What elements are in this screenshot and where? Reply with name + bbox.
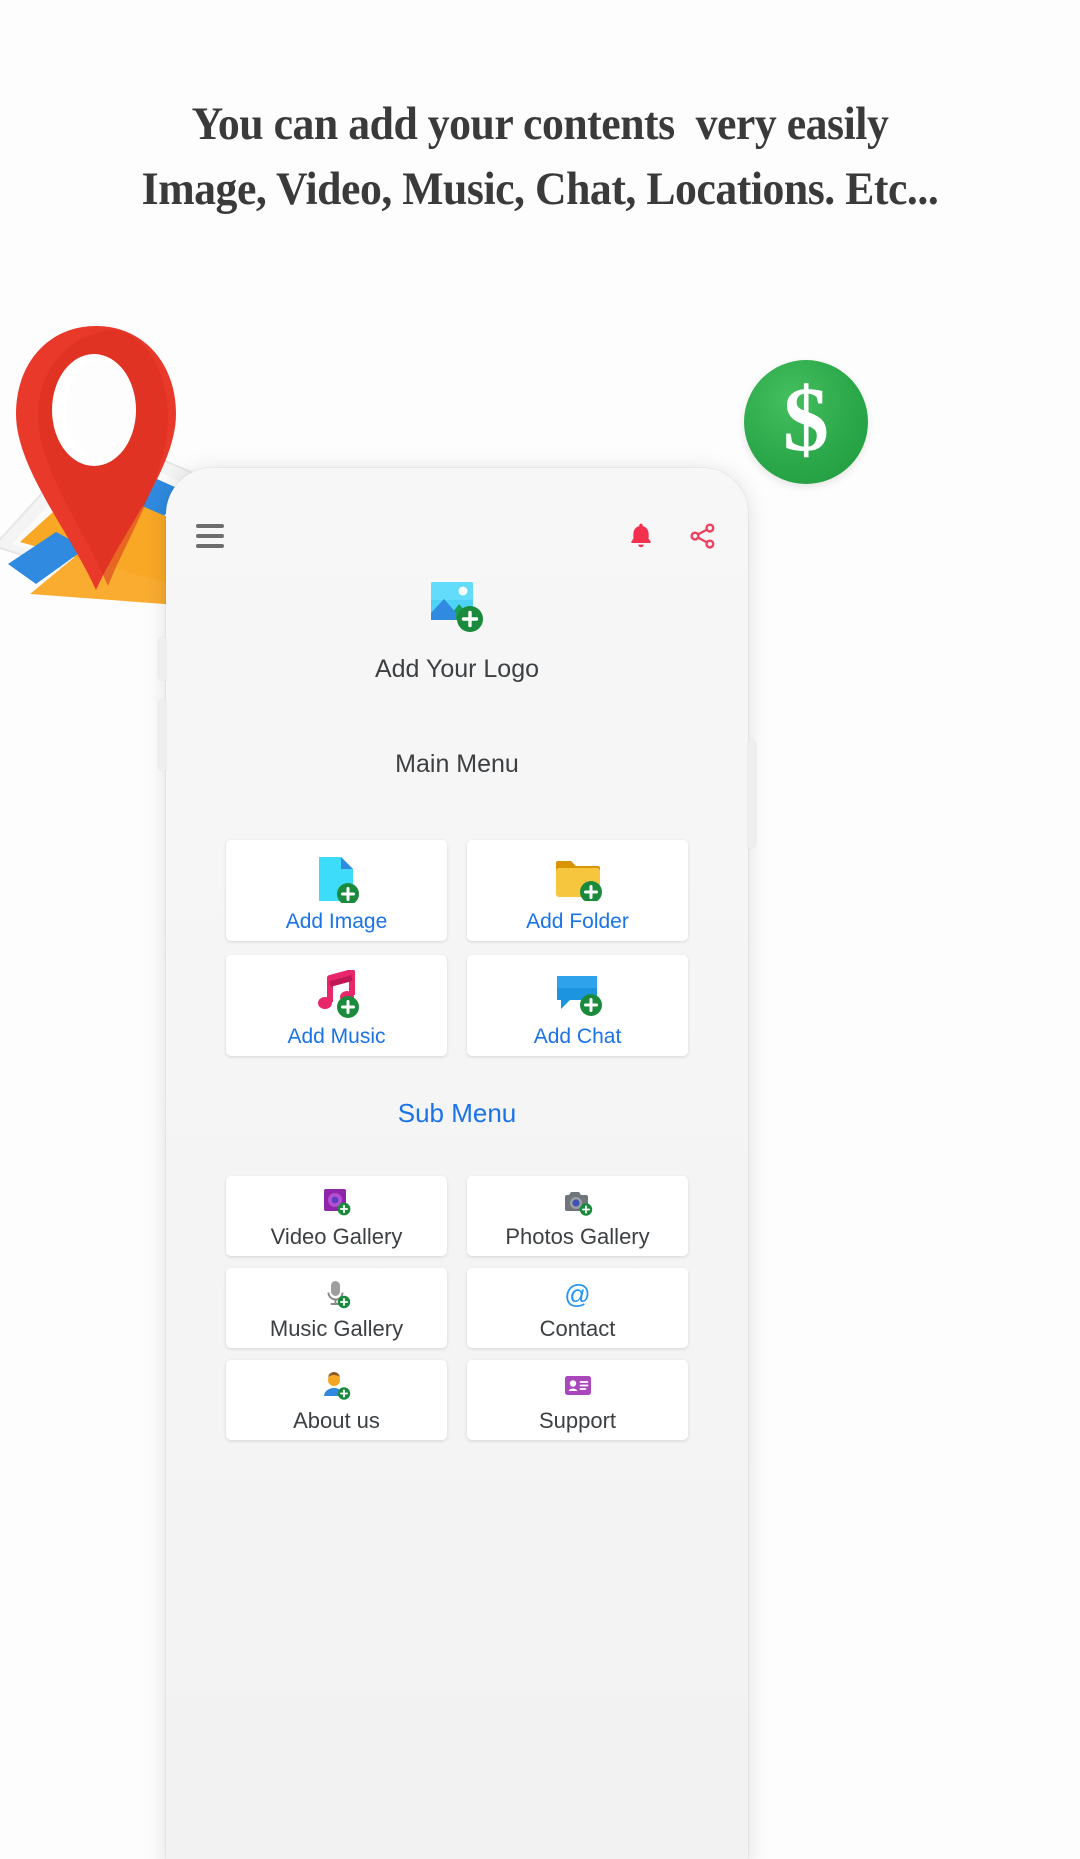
dollar-sign: $ (783, 368, 829, 470)
main-menu-title: Main Menu (395, 750, 519, 778)
add-document-icon (315, 855, 359, 903)
sub-menu-item-photos-gallery[interactable]: Photos Gallery (467, 1176, 688, 1256)
photo-camera-icon (563, 1187, 593, 1217)
map-pin-icon (16, 326, 176, 590)
sub-menu-item-label: Photos Gallery (505, 1223, 650, 1249)
sub-menu-item-label: About us (293, 1407, 380, 1433)
share-icon[interactable] (688, 521, 718, 551)
main-menu-item-add-image[interactable]: Add Image (226, 840, 447, 941)
main-menu-item-add-chat[interactable]: Add Chat (467, 955, 688, 1056)
video-gallery-icon (323, 1187, 351, 1217)
logo-placeholder[interactable]: Add Your Logo (166, 580, 748, 684)
sub-menu-item-support[interactable]: Support (467, 1360, 688, 1440)
sub-menu-item-about-us[interactable]: About us (226, 1360, 447, 1440)
sub-menu-grid: Video Gallery Photos Gallery Music Galle… (226, 1176, 688, 1440)
sub-menu-item-video-gallery[interactable]: Video Gallery (226, 1176, 447, 1256)
page-title: You can add your contents very easily Im… (38, 92, 1042, 222)
add-folder-icon (554, 855, 602, 903)
main-menu-item-label: Add Image (285, 910, 388, 933)
app-header (166, 504, 748, 568)
microphone-icon (324, 1279, 350, 1309)
power-button[interactable] (747, 740, 755, 848)
main-menu-item-add-music[interactable]: Add Music (226, 955, 447, 1056)
add-chat-bubble-icon (554, 970, 602, 1018)
add-image-placeholder-icon (431, 582, 483, 632)
sub-menu-item-contact[interactable]: @ Contact (467, 1268, 688, 1348)
add-music-note-icon (314, 970, 360, 1018)
hamburger-menu-icon[interactable] (196, 524, 224, 548)
sub-menu-item-label: Contact (539, 1315, 616, 1341)
logo-label: Add Your Logo (374, 655, 540, 683)
phone-mockup: Add Your Logo Main Menu Add Image Add Fo… (159, 468, 755, 1859)
main-menu-item-add-folder[interactable]: Add Folder (467, 840, 688, 941)
at-glyph: @ (564, 1278, 591, 1309)
sub-menu-item-label: Music Gallery (269, 1315, 404, 1341)
sub-menu-item-label: Video Gallery (270, 1223, 403, 1249)
bell-icon[interactable] (628, 521, 654, 551)
main-menu-item-label: Add Folder (526, 910, 629, 933)
sub-menu-item-music-gallery[interactable]: Music Gallery (226, 1268, 447, 1348)
promo-screenshot: You can add your contents very easily Im… (0, 0, 1080, 1859)
dollar-coin-icon: $ (744, 360, 868, 484)
sub-menu-title: Sub Menu (397, 1098, 517, 1128)
main-menu-item-label: Add Chat (533, 1025, 622, 1048)
headline-line-2: Image, Video, Music, Chat, Locations. Et… (141, 162, 939, 215)
headline-line-1: You can add your contents very easily (191, 98, 889, 150)
sub-menu-item-label: Support (538, 1407, 617, 1433)
user-profile-icon (323, 1371, 351, 1401)
id-card-icon (564, 1371, 592, 1401)
at-sign-icon: @ (564, 1279, 590, 1309)
main-menu-item-label: Add Music (287, 1025, 386, 1048)
main-menu-grid: Add Image Add Folder Add Music Add Chat (226, 840, 688, 1056)
